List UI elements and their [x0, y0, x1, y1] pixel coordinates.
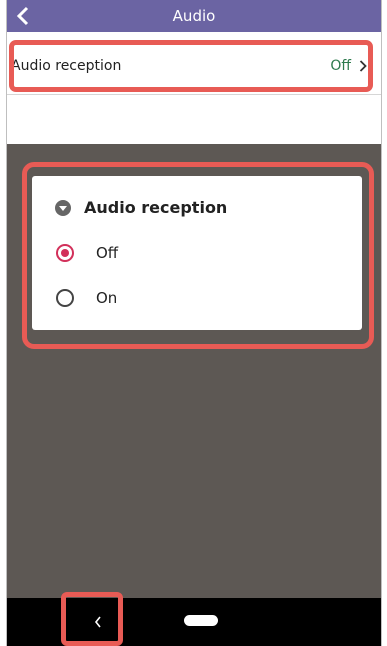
highlight-box-dialog [22, 162, 374, 349]
highlight-box-back [61, 592, 123, 646]
app-bar: Audio [7, 0, 381, 32]
row-divider [7, 94, 381, 95]
frame-border-right [381, 0, 382, 646]
highlight-box-row [9, 40, 373, 92]
nav-home-pill-icon[interactable] [184, 615, 218, 626]
page-title: Audio [172, 7, 216, 25]
